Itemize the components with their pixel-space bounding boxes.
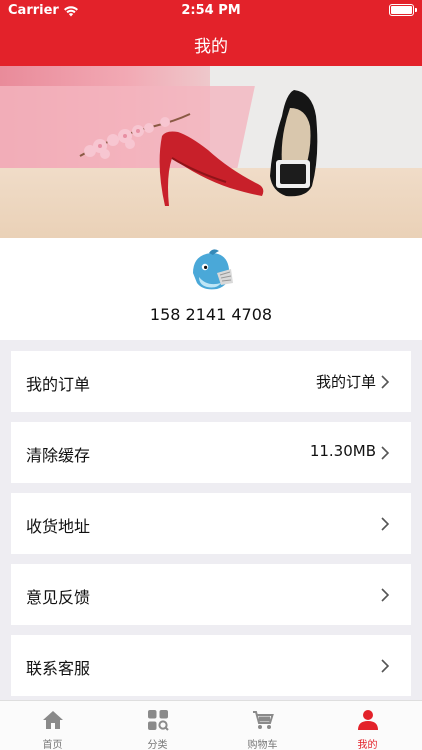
page-title: 我的 <box>194 37 228 57</box>
chevron-right-icon <box>381 446 390 460</box>
chevron-right-icon <box>381 375 390 389</box>
menu-row-address[interactable]: 收货地址 <box>11 493 411 554</box>
menu-row-value: 我的订单 <box>315 373 376 391</box>
home-icon <box>43 711 63 729</box>
menu-row-clear-cache[interactable]: 清除缓存 11.30MB <box>11 422 411 483</box>
tab-label: 分类 <box>147 740 168 750</box>
profile-section: 158 2141 4708 <box>0 238 422 340</box>
chevron-right-icon <box>381 659 390 673</box>
red-heel-shoe-illustration <box>159 131 264 206</box>
tab-label: 我的 <box>357 740 378 750</box>
tab-me[interactable]: 我的 <box>315 701 420 750</box>
tab-bar: 首页 分类 购物车 我的 <box>0 700 422 750</box>
category-icon <box>148 710 169 731</box>
phone-number: 158 2141 4708 <box>149 305 273 324</box>
tab-category[interactable]: 分类 <box>105 701 210 750</box>
menu-row-label: 联系客服 <box>26 659 91 678</box>
menu-row-customer-service[interactable]: 联系客服 <box>11 635 411 696</box>
tab-label: 首页 <box>42 740 63 750</box>
tab-label: 购物车 <box>247 740 278 750</box>
menu-row-orders[interactable]: 我的订单 我的订单 <box>11 351 411 412</box>
chevron-right-icon <box>381 588 390 602</box>
banner-image <box>0 66 422 238</box>
cart-icon <box>253 711 274 729</box>
status-bar: Carrier 2:54 PM <box>0 0 422 22</box>
dolphin-avatar-icon[interactable] <box>187 247 235 295</box>
chevron-right-icon <box>381 517 390 531</box>
black-flat-shoe-illustration <box>270 90 318 197</box>
person-icon <box>358 710 378 730</box>
menu-row-label: 清除缓存 <box>26 446 91 465</box>
menu-row-label: 收货地址 <box>26 517 91 536</box>
header-bar: Carrier 2:54 PM 我的 <box>0 0 422 66</box>
menu-row-label: 我的订单 <box>26 375 91 394</box>
menu-row-value: 11.30MB <box>309 442 376 460</box>
menu-row-feedback[interactable]: 意见反馈 <box>11 564 411 625</box>
battery-icon <box>389 4 417 16</box>
status-time: 2:54 PM <box>181 3 241 18</box>
menu-row-label: 意见反馈 <box>26 588 91 607</box>
tab-cart[interactable]: 购物车 <box>210 701 315 750</box>
tab-home[interactable]: 首页 <box>0 701 105 750</box>
